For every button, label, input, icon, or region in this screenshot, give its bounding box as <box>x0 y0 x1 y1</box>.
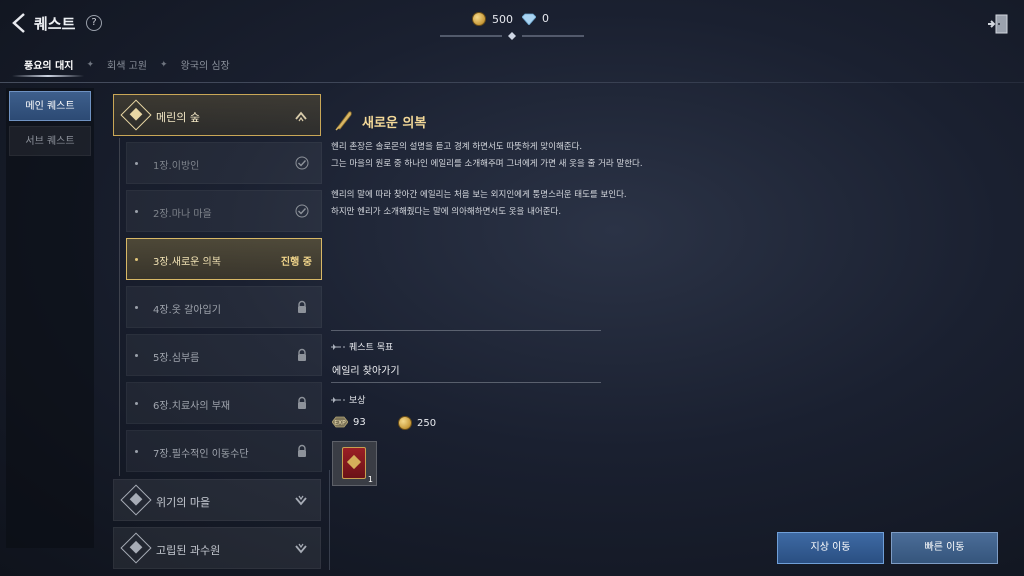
reward-gold-amount: 250 <box>417 417 437 429</box>
gold-amount: 500 <box>492 12 513 26</box>
reward-exp-amount: 93 <box>353 416 366 428</box>
tab-separator-icon: ✦ <box>160 59 168 70</box>
objective-heading: 퀘스트 목표 <box>331 340 393 353</box>
category-panel <box>6 88 94 548</box>
quest-item[interactable]: 7장.필수적인 이동수단 <box>126 430 322 472</box>
quest-label: 5장.심부름 <box>153 353 200 364</box>
quest-label: 6장.치료사의 부재 <box>153 401 231 412</box>
reward-heading-label: 보상 <box>349 396 366 406</box>
page-title: 퀘스트 <box>34 15 76 33</box>
svg-text:EXP: EXP <box>334 420 346 427</box>
diamond-amount: 0 <box>542 12 549 25</box>
story-line: 그는 마을의 원로 중 하나인 에일리를 소개해주며 그녀에게 가면 새 옷을 … <box>331 158 643 169</box>
fast-move-button[interactable]: 빠른 이동 <box>891 532 998 564</box>
diamond-icon <box>522 13 536 25</box>
section-marker-icon <box>331 396 345 403</box>
objective-heading-label: 퀘스트 목표 <box>349 343 394 353</box>
bullet <box>135 210 138 213</box>
chapter-group-header[interactable]: 메린의 숲 <box>113 94 321 136</box>
story-line: 헨리의 말에 따라 찾아간 에일리는 처음 보는 외지인에게 퉁명스러운 태도를… <box>331 190 627 200</box>
chapter-group-label: 메린의 숲 <box>156 111 200 124</box>
quest-story: 헨리 촌장은 솔로몬의 설명을 듣고 경계 하면서도 따뜻하게 맞이해준다. 그… <box>331 139 711 235</box>
story-line: 하지만 헨리가 소개해줬다는 말에 의아해하면서도 옷을 내어준다. <box>331 206 562 217</box>
region-tabs: 풍요의 대지 ✦ 회색 고원 ✦ 왕국의 심장 <box>14 55 240 74</box>
bullet <box>135 354 138 357</box>
quest-label: 4장.옷 갈아입기 <box>153 305 221 316</box>
section-divider <box>331 330 601 331</box>
quill-scroll-icon <box>335 111 352 131</box>
quest-label: 7장.필수적인 이동수단 <box>153 449 249 460</box>
bullet <box>135 258 138 261</box>
quest-item[interactable]: 2장.마나 마을 <box>126 190 322 232</box>
bullet <box>135 162 138 165</box>
quest-label: 3장.새로운 의복 <box>153 257 221 268</box>
reward-gold: 250 <box>398 416 436 430</box>
diamond-currency: 0 <box>522 12 549 25</box>
back-arrow-icon[interactable] <box>10 12 30 34</box>
gold-currency: 500 <box>472 12 513 26</box>
quest-item[interactable]: 1장.이방인 <box>126 142 322 184</box>
active-tab-underline <box>12 75 84 77</box>
reward-heading: 보상 <box>331 393 366 406</box>
check-icon <box>295 204 309 218</box>
top-ornament <box>440 32 584 40</box>
gold-coin-icon <box>472 12 486 26</box>
quest-item[interactable]: 6장.치료사의 부재 <box>126 382 322 424</box>
bullet <box>135 306 138 309</box>
lock-icon <box>298 444 306 457</box>
tab-region-1[interactable]: 풍요의 대지 <box>14 55 83 74</box>
section-divider <box>331 382 601 383</box>
story-line: 헨리 촌장은 솔로몬의 설명을 듣고 경계 하면서도 따뜻하게 맞이해준다. <box>331 142 583 152</box>
gold-coin-icon <box>398 416 412 430</box>
chapter-diamond-icon <box>120 484 152 516</box>
quest-title: 새로운 의복 <box>362 116 427 131</box>
reward-item-count: 1 <box>367 475 373 484</box>
chapter-group-label: 위기의 마을 <box>156 496 211 509</box>
tab-separator-icon: ✦ <box>86 59 95 70</box>
quest-list-line <box>119 138 120 476</box>
expand-chevron-icon[interactable] <box>294 495 308 507</box>
expand-chevron-icon[interactable] <box>294 543 308 555</box>
exit-door-icon[interactable] <box>986 12 1010 36</box>
quest-item[interactable]: 5장.심부름 <box>126 334 322 376</box>
section-marker-icon <box>331 343 345 350</box>
quest-item-active[interactable]: 3장.새로운 의복 진행 중 <box>126 238 322 280</box>
quest-label: 1장.이방인 <box>153 161 200 172</box>
objective-text: 에일리 찾아가기 <box>332 366 400 377</box>
help-icon[interactable]: ? <box>86 15 102 31</box>
collapse-chevron-icon[interactable] <box>294 110 308 122</box>
tab-region-3[interactable]: 왕국의 심장 <box>171 55 240 74</box>
chapter-group-label: 고립된 과수원 <box>156 544 221 557</box>
header-divider <box>0 82 1024 83</box>
in-progress-badge: 진행 중 <box>280 257 312 268</box>
chapter-diamond-icon <box>120 99 152 131</box>
quest-label: 2장.마나 마을 <box>153 209 212 220</box>
lock-icon <box>298 300 306 313</box>
sub-quest-category[interactable]: 서브 퀘스트 <box>9 126 91 156</box>
bullet <box>135 450 138 453</box>
tab-region-2[interactable]: 회색 고원 <box>97 55 157 74</box>
bullet <box>135 402 138 405</box>
chapter-group-header[interactable]: 위기의 마을 <box>113 479 321 521</box>
exp-icon: EXP <box>332 416 348 428</box>
panel-divider <box>329 470 330 570</box>
lock-icon <box>298 396 306 409</box>
reward-item-slot[interactable]: 1 <box>332 441 377 486</box>
ground-move-button[interactable]: 지상 이동 <box>777 532 884 564</box>
quest-item[interactable]: 4장.옷 갈아입기 <box>126 286 322 328</box>
armor-box-icon <box>342 447 366 479</box>
chapter-diamond-icon <box>120 532 152 564</box>
chapter-group-header[interactable]: 고립된 과수원 <box>113 527 321 569</box>
main-quest-category[interactable]: 메인 퀘스트 <box>9 91 91 121</box>
lock-icon <box>298 348 306 361</box>
check-icon <box>295 156 309 170</box>
reward-exp: EXP 93 <box>332 416 366 428</box>
